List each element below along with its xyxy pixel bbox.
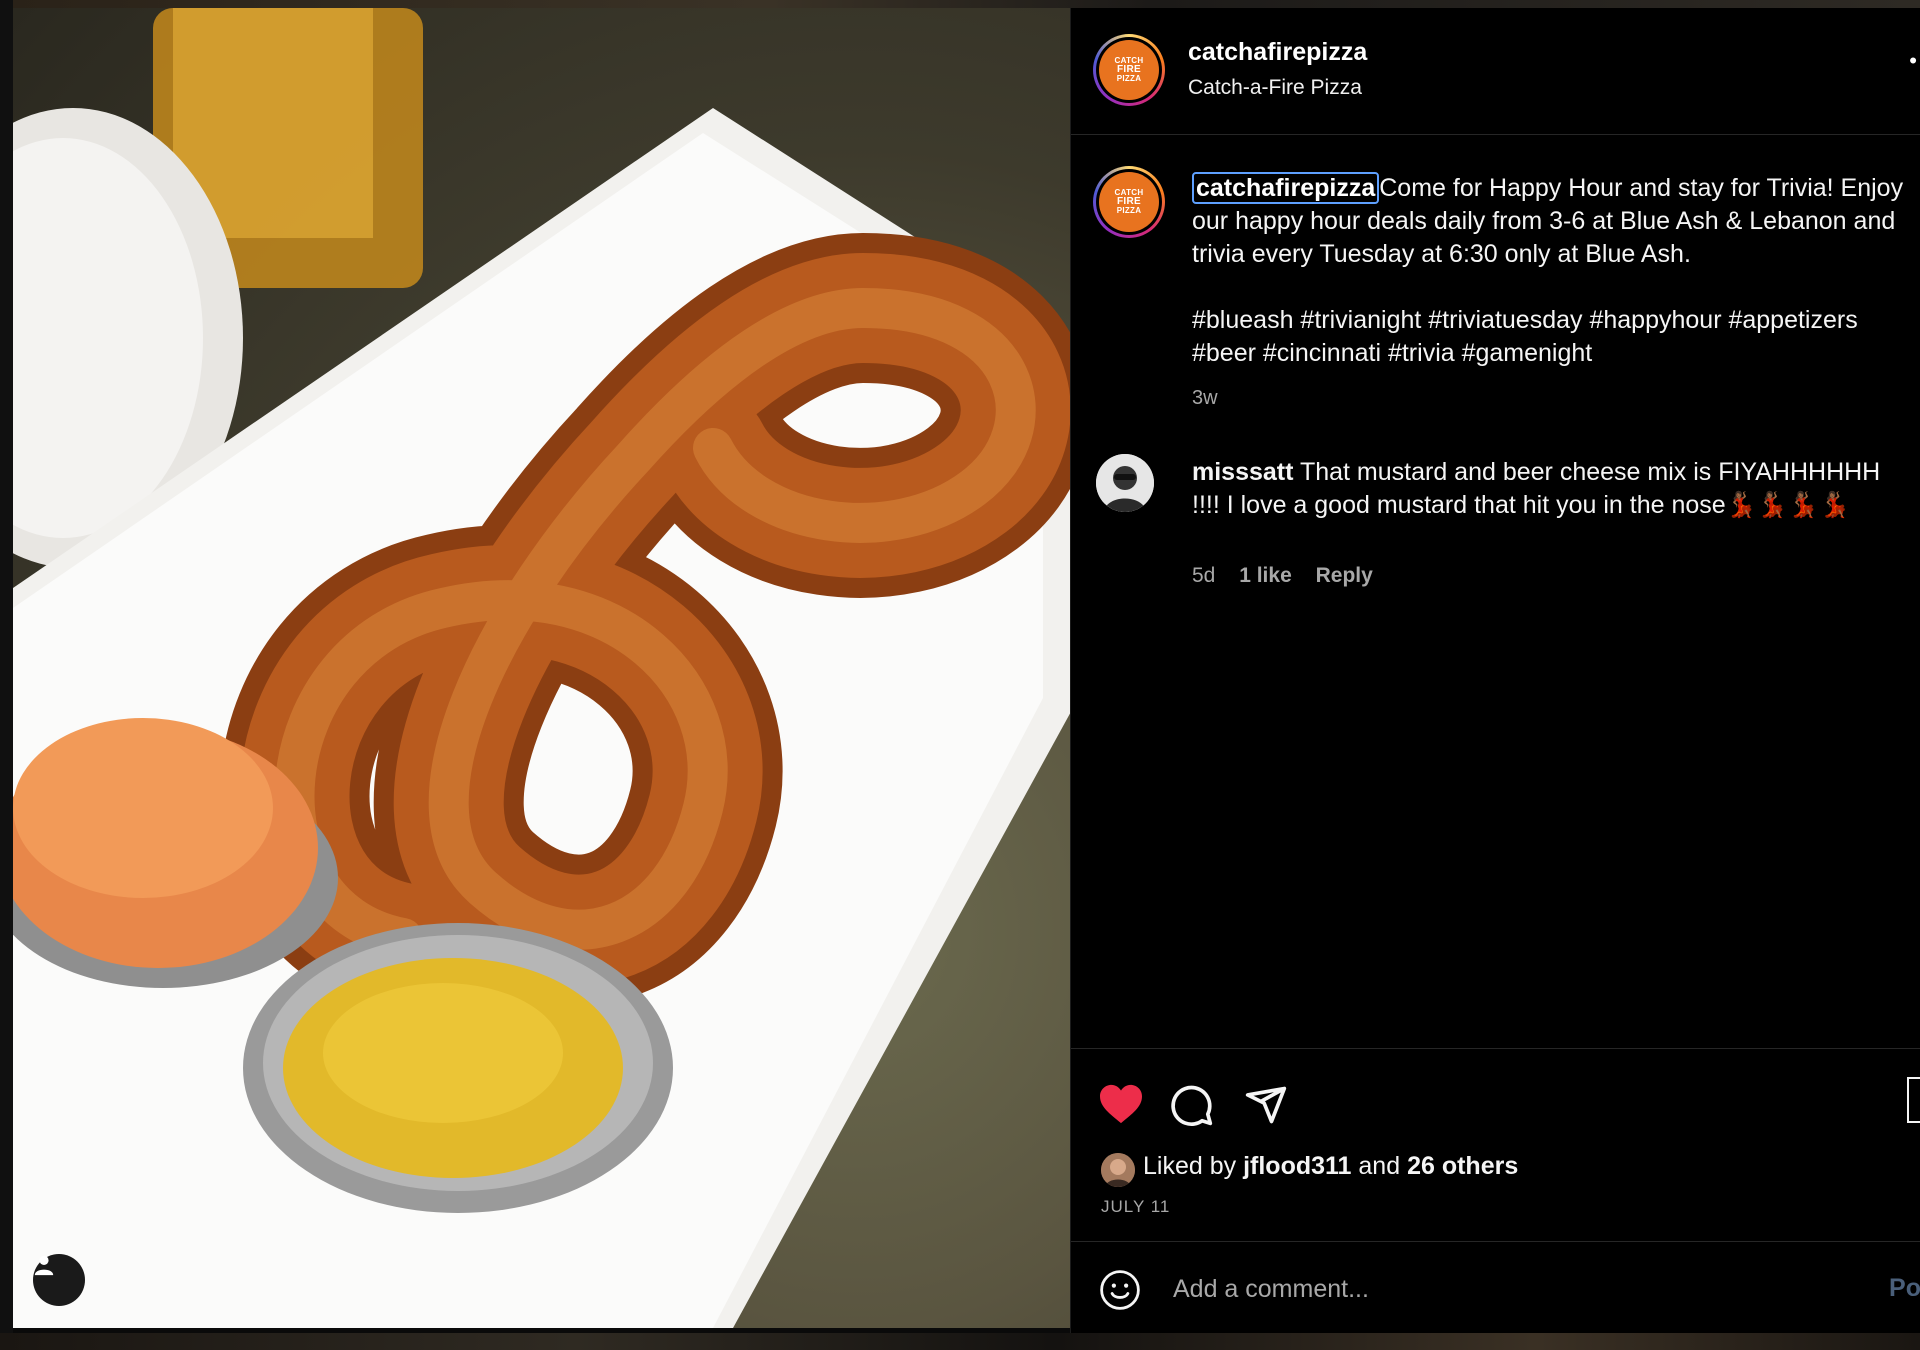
pretzel-photo-illustration [13, 8, 1070, 1328]
comment-icon[interactable] [1170, 1083, 1214, 1127]
liker-photo [1101, 1153, 1135, 1187]
person-icon [34, 1255, 54, 1276]
save-bookmark-icon[interactable] [1907, 1077, 1920, 1123]
post-actions: Liked by jflood311 and 26 others JULY 11… [1071, 1048, 1920, 1334]
comment-meta: 5d 1 like Reply [1192, 564, 1391, 588]
tagged-users-button[interactable] [33, 1254, 85, 1306]
post-header: CATCH FIRE PIZZA catchafirepizza Catch-a… [1071, 8, 1920, 135]
post-comment-button[interactable]: Po [1889, 1274, 1920, 1303]
header-username[interactable]: catchafirepizza [1188, 38, 1367, 67]
caption-text: catchafirepizza Come for Happy Hour and s… [1192, 172, 1907, 271]
comment-username[interactable]: misssatt [1192, 458, 1293, 486]
comment-body: That mustard and beer cheese mix is FIYA… [1192, 458, 1881, 519]
comment-input[interactable] [1171, 1270, 1815, 1308]
post-photo[interactable] [13, 8, 1070, 1328]
backdrop-top [0, 0, 1920, 8]
caption-hashtags[interactable]: #blueash #trivianight #triviatuesday #ha… [1192, 304, 1907, 370]
comment-age[interactable]: 5d [1192, 564, 1215, 587]
liked-by-user-link[interactable]: jflood311 [1243, 1152, 1351, 1180]
header-full-name: Catch-a-Fire Pizza [1188, 76, 1362, 99]
liked-by-others-link[interactable]: 26 others [1407, 1152, 1518, 1180]
add-comment-bar: Po [1071, 1241, 1920, 1335]
emoji-icon[interactable] [1099, 1269, 1141, 1311]
liker-avatar[interactable] [1101, 1153, 1135, 1187]
commenter-photo [1096, 454, 1154, 512]
comment-item: misssatt That mustard and beer cheese mi… [1192, 456, 1907, 522]
brand-logo: CATCH FIRE PIZZA [1099, 172, 1159, 232]
post-date[interactable]: JULY 11 [1101, 1197, 1170, 1217]
heart-icon[interactable] [1098, 1083, 1144, 1125]
post-age[interactable]: 3w [1192, 382, 1907, 415]
caption-username-link[interactable]: catchafirepizza [1192, 172, 1380, 204]
commenter-avatar[interactable] [1096, 454, 1154, 512]
backdrop-left [0, 0, 13, 1350]
likes-summary: Liked by jflood311 and 26 others [1143, 1152, 1519, 1180]
share-icon[interactable] [1244, 1083, 1288, 1127]
comment-likes[interactable]: 1 like [1239, 564, 1292, 587]
brand-logo: CATCH FIRE PIZZA [1099, 40, 1159, 100]
post-details-panel: CATCH FIRE PIZZA catchafirepizza Catch-a… [1070, 8, 1920, 1333]
more-options-icon[interactable]: • [1909, 48, 1917, 74]
profile-avatar[interactable]: CATCH FIRE PIZZA [1093, 34, 1165, 106]
caption-avatar[interactable]: CATCH FIRE PIZZA [1093, 166, 1165, 238]
comment-reply-button[interactable]: Reply [1316, 564, 1373, 587]
backdrop-bottom [0, 1333, 1920, 1350]
